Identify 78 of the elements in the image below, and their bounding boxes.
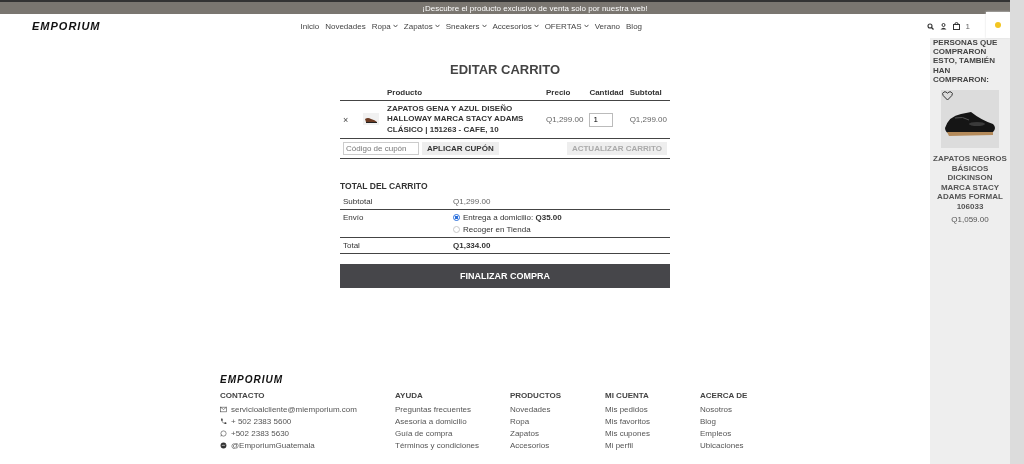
column-header: Producto xyxy=(387,88,423,97)
section-title: TOTAL DEL CARRITO xyxy=(340,181,429,192)
scrollbar[interactable] xyxy=(1010,0,1024,464)
footer-heading: CONTACTO xyxy=(220,391,266,401)
nav-link[interactable]: OFERTAS xyxy=(544,21,589,31)
logo[interactable]: EMPORIUM xyxy=(32,20,101,32)
coupon-field[interactable]: Código de cupón xyxy=(343,142,419,156)
cart-count: 1 xyxy=(965,21,970,31)
search-icon[interactable] xyxy=(926,22,934,30)
chevron-down-icon xyxy=(434,24,440,28)
remove-button[interactable]: × xyxy=(343,114,349,125)
footer-link[interactable]: Mis favoritos xyxy=(605,417,700,427)
sidebar-title: PERSONAS QUE COMPRARON ESTO, TAMBIÉN HAN COMPRARON: xyxy=(933,38,999,84)
footer-heading: ACERCA DE xyxy=(700,391,749,401)
footer-link[interactable]: @EmporiumGuatemala xyxy=(231,441,315,451)
product-name[interactable]: ZAPATOS GENA Y AZUL DISEÑO HALLOWAY MARCA STACY ADAMS CLÁSICO | 151263 - CAFE, 10 xyxy=(387,104,540,136)
footer-link[interactable]: Blog xyxy=(700,417,780,427)
footer-link[interactable]: Novedades xyxy=(510,405,605,415)
radio-button[interactable] xyxy=(453,214,460,222)
page-title: EDITAR CARRITO xyxy=(449,62,561,77)
apply-coupon-button[interactable]: APLICAR CUPÓN xyxy=(422,142,499,156)
total-value: Q1,334.00 xyxy=(453,241,492,251)
nav-link[interactable]: Novedades xyxy=(325,21,366,31)
footer-link[interactable]: Accesorios xyxy=(510,441,605,451)
quantity-field[interactable]: 1 xyxy=(589,112,614,127)
radio-button[interactable] xyxy=(453,226,460,234)
footer-link[interactable]: Ropa xyxy=(510,417,605,427)
nav-link[interactable]: Verano xyxy=(594,21,621,31)
subtotal-value: Q1,299.00 xyxy=(453,197,492,207)
nav-link[interactable]: Accesorios xyxy=(492,21,539,31)
footer-link[interactable]: Mis pedidos xyxy=(605,405,700,415)
footer-heading: PRODUCTOS xyxy=(510,391,562,401)
nav-link[interactable]: Zapatos xyxy=(403,21,440,31)
chevron-down-icon xyxy=(533,24,539,28)
chevron-down-icon xyxy=(481,24,487,28)
column-header: Precio xyxy=(546,88,571,97)
announcement-text: ¡Descubre el producto exclusivo de venta solo por nuestra web! xyxy=(422,3,648,13)
footer-link[interactable]: Guía de compra xyxy=(395,429,510,439)
row-label: Subtotal xyxy=(343,197,374,207)
checkout-button[interactable]: FINALIZAR COMPRA xyxy=(340,264,670,289)
footer-link[interactable]: Mi perfil xyxy=(605,441,700,451)
row-label: Total xyxy=(343,241,361,251)
product-price: Q1,059.00 xyxy=(951,214,989,224)
footer-link[interactable]: Mis cupones xyxy=(605,429,700,439)
footer-link[interactable]: Ubicaciones xyxy=(700,441,780,451)
product-name[interactable]: ZAPATOS NEGROS BÁSICOS DICKINSON MARCA STACY ADAMS FORMAL 106033 xyxy=(932,153,1008,212)
shopping-bag-icon[interactable] xyxy=(952,22,960,30)
heart-icon[interactable] xyxy=(942,90,953,101)
footer-logo[interactable]: EMPORIUM xyxy=(220,374,780,386)
subtotal: Q1,299.00 xyxy=(629,115,667,125)
nav-link[interactable]: Blog xyxy=(626,21,643,31)
column-header: Subtotal xyxy=(629,88,662,97)
footer-link[interactable]: Asesoría a domicilio xyxy=(395,417,510,427)
nav-link[interactable]: Ropa xyxy=(371,21,398,31)
footer-heading: AYUDA xyxy=(395,391,424,401)
chevron-down-icon xyxy=(583,24,589,28)
footer-link[interactable]: +502 2383 5630 xyxy=(231,429,290,439)
phone-icon xyxy=(220,418,227,426)
notification-dot-icon[interactable] xyxy=(995,22,1001,28)
price: Q1,299.00 xyxy=(546,115,584,125)
footer-link[interactable]: Empleos xyxy=(700,429,780,439)
column-header: Cantidad xyxy=(589,88,624,97)
email-icon xyxy=(220,406,227,414)
chevron-down-icon xyxy=(392,24,398,28)
row-label: Envío xyxy=(343,213,365,225)
user-icon[interactable] xyxy=(939,22,947,30)
footer-link[interactable]: + 502 2383 5600 xyxy=(231,417,292,427)
footer-link[interactable]: Zapatos xyxy=(510,429,605,439)
footer-link[interactable]: Términos y condiciones xyxy=(395,441,510,451)
footer-heading: MI CUENTA xyxy=(605,391,650,401)
footer-link[interactable]: Nosotros xyxy=(700,405,780,415)
shoe-thumbnail-icon[interactable] xyxy=(363,112,379,125)
nav-link[interactable]: Inicio xyxy=(300,21,320,31)
footer-link[interactable]: servicioalcliente@miemporium.com xyxy=(231,405,357,415)
shipping-option[interactable]: Recoger en Tienda xyxy=(463,225,531,235)
footer-link[interactable]: Preguntas frecuentes xyxy=(395,405,510,415)
nav-link[interactable]: Sneakers xyxy=(445,21,487,31)
shipping-option[interactable]: Entrega a domicilio: Q35.00 xyxy=(463,213,562,223)
